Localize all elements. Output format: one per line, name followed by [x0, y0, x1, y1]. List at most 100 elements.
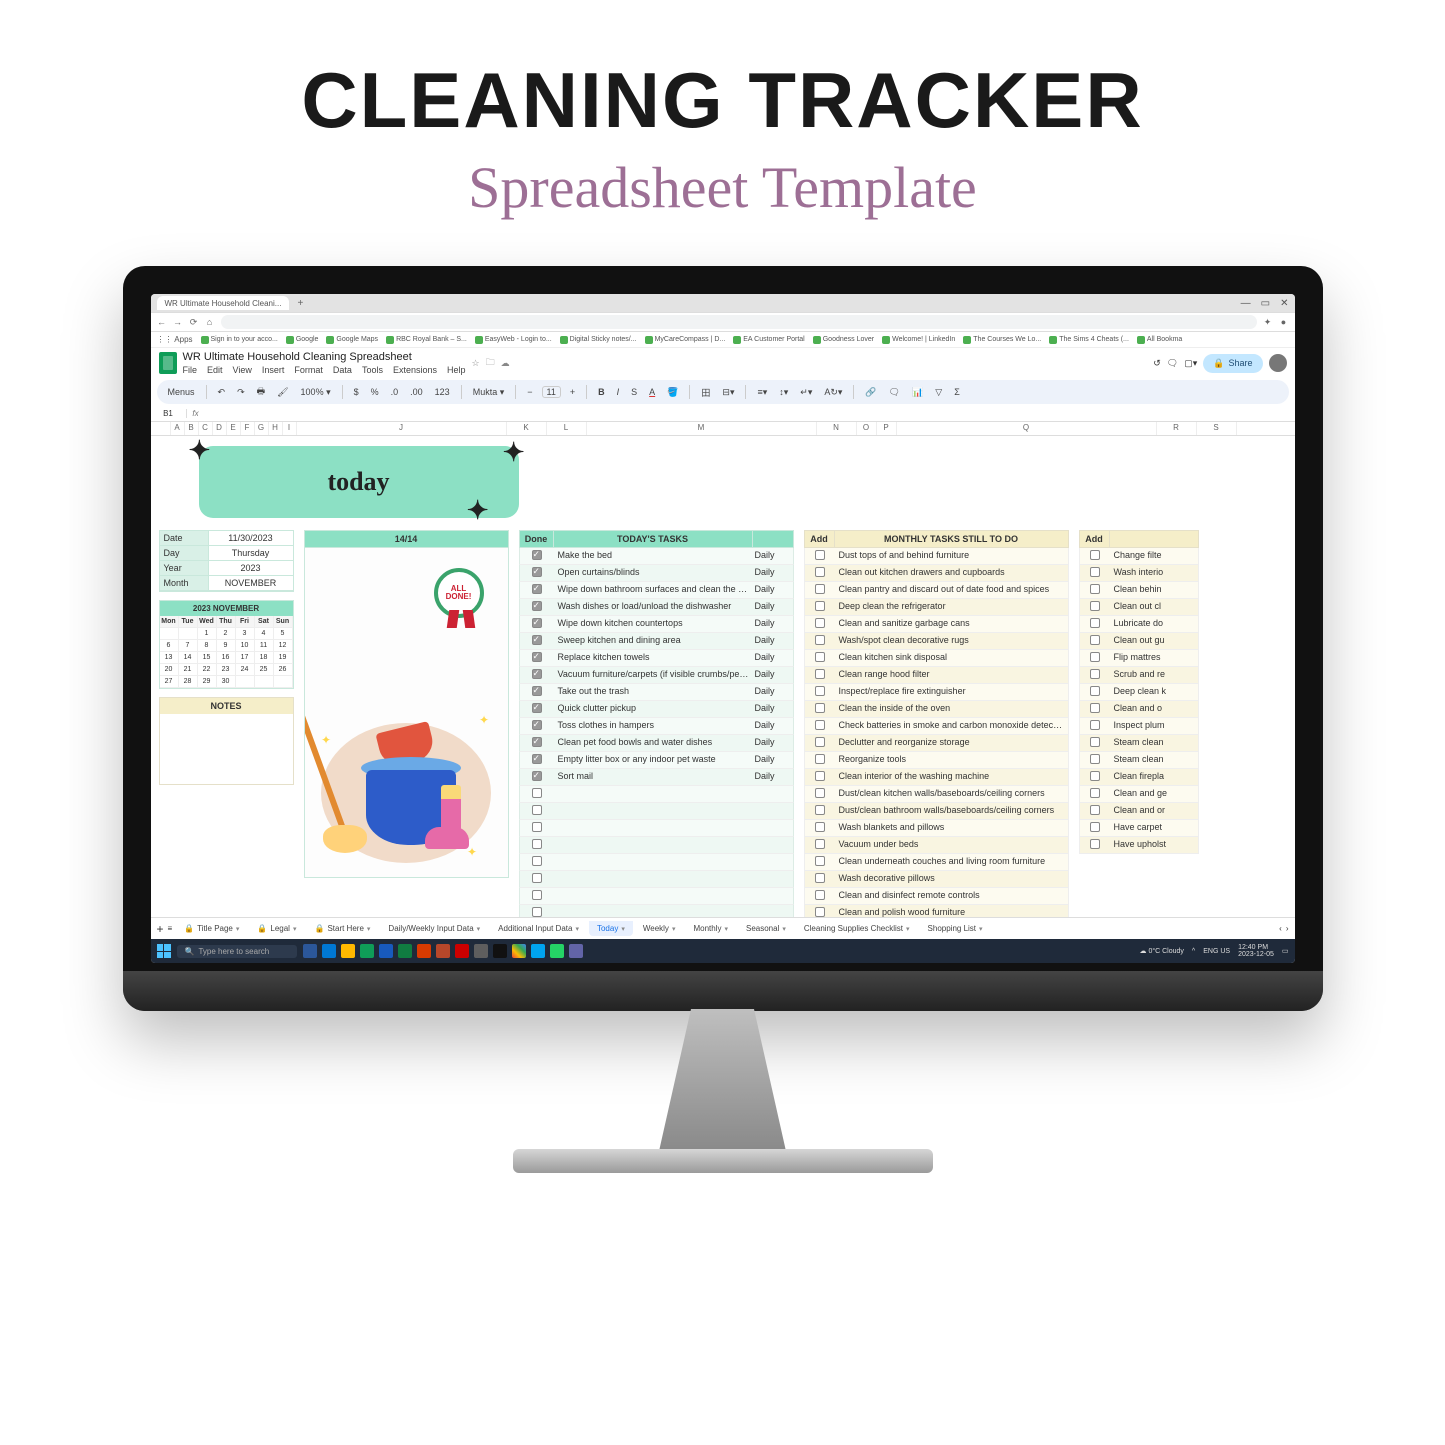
sheet-tab[interactable]: 🔒Legal▾ — [249, 921, 304, 936]
sheet-tab[interactable]: 🔒Title Page▾ — [176, 921, 247, 936]
checkbox[interactable] — [532, 618, 542, 628]
task-name[interactable] — [554, 820, 753, 836]
task-name[interactable]: Wipe down kitchen countertops — [554, 616, 753, 632]
bookmark-item[interactable]: The Courses We Lo... — [963, 336, 1041, 344]
checkbox[interactable] — [1090, 754, 1100, 764]
checkbox[interactable] — [1090, 635, 1100, 645]
checkbox[interactable] — [815, 686, 825, 696]
calendar-day[interactable]: 17 — [236, 652, 255, 664]
monthly-task[interactable]: Wash/spot clean decorative rugs — [835, 633, 1068, 649]
menu-item[interactable]: Insert — [262, 365, 285, 375]
extra-task[interactable]: Clean out cl — [1110, 599, 1198, 615]
calendar-day[interactable] — [160, 628, 179, 640]
sheet-tab[interactable]: Monthly▾ — [685, 921, 736, 936]
calendar-day[interactable]: 30 — [217, 676, 236, 688]
caret-down-icon[interactable]: ▾ — [979, 925, 983, 933]
extra-task[interactable]: Inspect plum — [1110, 718, 1198, 734]
task-name[interactable]: Take out the trash — [554, 684, 753, 700]
menu-item[interactable]: Edit — [207, 365, 223, 375]
calendar-day[interactable] — [255, 676, 274, 688]
decimal-dec-icon[interactable]: .0 — [388, 387, 402, 397]
move-icon[interactable]: 🗀 — [486, 355, 495, 371]
account-avatar[interactable] — [1269, 354, 1287, 372]
extra-task[interactable]: Clean and ge — [1110, 786, 1198, 802]
monthly-task[interactable]: Wash blankets and pillows — [835, 820, 1068, 836]
checkbox[interactable] — [1090, 788, 1100, 798]
extra-task[interactable]: Scrub and re — [1110, 667, 1198, 683]
calendar-day[interactable]: 29 — [198, 676, 217, 688]
monthly-task[interactable]: Clean and polish wood furniture — [835, 905, 1068, 917]
calendar-day[interactable]: 1 — [198, 628, 217, 640]
valign-icon[interactable]: ↕▾ — [776, 387, 791, 398]
column-header[interactable]: K — [507, 422, 547, 435]
checkbox[interactable] — [532, 550, 542, 560]
column-header[interactable]: D — [213, 422, 227, 435]
app-icon[interactable] — [569, 944, 583, 958]
merge-icon[interactable]: ⊟▾ — [719, 387, 737, 398]
checkbox[interactable] — [1090, 737, 1100, 747]
monthly-task[interactable]: Dust/clean kitchen walls/baseboards/ceil… — [835, 786, 1068, 802]
monthly-task[interactable]: Deep clean the refrigerator — [835, 599, 1068, 615]
task-name[interactable] — [554, 786, 753, 802]
fill-color-icon[interactable]: 🪣 — [664, 387, 681, 398]
task-name[interactable] — [554, 837, 753, 853]
checkbox[interactable] — [815, 805, 825, 815]
print-icon[interactable]: 🖶 — [254, 384, 269, 400]
task-name[interactable]: Open curtains/blinds — [554, 565, 753, 581]
column-header[interactable]: Q — [897, 422, 1157, 435]
bookmark-item[interactable]: The Sims 4 Cheats (... — [1049, 336, 1129, 344]
caret-down-icon[interactable]: ▾ — [236, 925, 240, 933]
calendar-day[interactable]: 25 — [255, 664, 274, 676]
comment-icon[interactable]: 🗨 — [886, 387, 903, 398]
text-color-icon[interactable]: A — [646, 387, 658, 397]
start-button[interactable] — [157, 944, 171, 958]
chart-icon[interactable]: 📊 — [909, 387, 926, 398]
checkbox[interactable] — [815, 652, 825, 662]
column-header[interactable]: N — [817, 422, 857, 435]
notes-body[interactable] — [160, 714, 293, 784]
add-sheet-icon[interactable]: + — [157, 922, 164, 936]
extra-task[interactable]: Flip mattres — [1110, 650, 1198, 666]
column-header[interactable]: O — [857, 422, 877, 435]
extra-task[interactable]: Steam clean — [1110, 752, 1198, 768]
task-name[interactable]: Wash dishes or load/unload the dishwashe… — [554, 599, 753, 615]
checkbox[interactable] — [532, 635, 542, 645]
sheet-tab[interactable]: Cleaning Supplies Checklist▾ — [796, 921, 918, 936]
app-icon[interactable] — [379, 944, 393, 958]
font-size-dec[interactable]: − — [524, 387, 535, 397]
checkbox[interactable] — [1090, 839, 1100, 849]
checkbox[interactable] — [815, 584, 825, 594]
app-icon[interactable] — [341, 944, 355, 958]
checkbox[interactable] — [1090, 686, 1100, 696]
calendar-day[interactable]: 18 — [255, 652, 274, 664]
checkbox[interactable] — [815, 907, 825, 917]
reload-icon[interactable]: ⟳ — [189, 317, 199, 328]
value[interactable]: 11/30/2023 — [208, 531, 293, 546]
calendar-day[interactable]: 2 — [217, 628, 236, 640]
bookmark-item[interactable]: Sign in to your acco... — [201, 336, 278, 344]
tray-up-icon[interactable]: ^ — [1192, 948, 1195, 955]
task-name[interactable]: Clean pet food bowls and water dishes — [554, 735, 753, 751]
checkbox[interactable] — [1090, 584, 1100, 594]
caret-down-icon[interactable]: ▾ — [477, 925, 481, 933]
calendar-day[interactable]: 4 — [255, 628, 274, 640]
monthly-task[interactable]: Dust/clean bathroom walls/baseboards/cei… — [835, 803, 1068, 819]
url-field[interactable] — [221, 315, 1257, 329]
bookmark-item[interactable]: Goodness Lover — [813, 336, 874, 344]
task-name[interactable]: Vacuum furniture/carpets (if visible cru… — [554, 667, 753, 683]
task-name[interactable]: Sweep kitchen and dining area — [554, 633, 753, 649]
sheet-tab[interactable]: Daily/Weekly Input Data▾ — [380, 921, 488, 936]
app-icon[interactable] — [417, 944, 431, 958]
caret-down-icon[interactable]: ▾ — [906, 925, 910, 933]
extra-task[interactable]: Have upholst — [1110, 837, 1198, 853]
calendar-day[interactable]: 7 — [179, 640, 198, 652]
app-icon[interactable] — [398, 944, 412, 958]
history-icon[interactable]: ↺ — [1153, 358, 1161, 369]
extra-task[interactable]: Clean out gu — [1110, 633, 1198, 649]
new-tab-button[interactable]: + — [297, 298, 303, 309]
monthly-task[interactable]: Clean pantry and discard out of date foo… — [835, 582, 1068, 598]
calendar-day[interactable]: 24 — [236, 664, 255, 676]
task-name[interactable]: Make the bed — [554, 548, 753, 564]
menus-button[interactable]: Menus — [165, 387, 198, 397]
window-minimize-icon[interactable]: — — [1241, 298, 1251, 309]
